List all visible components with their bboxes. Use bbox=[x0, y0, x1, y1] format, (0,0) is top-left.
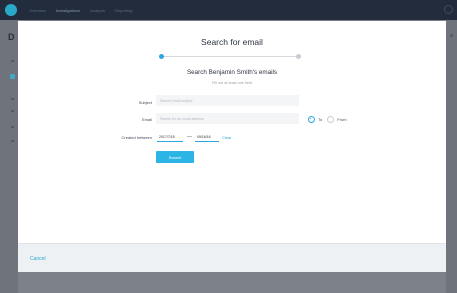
radio-from[interactable] bbox=[327, 116, 335, 123]
main-nav: Overview Investigations Analysis Reporti… bbox=[29, 8, 132, 13]
gear-icon[interactable] bbox=[444, 5, 453, 14]
sidebar-marker bbox=[11, 110, 14, 112]
stepper-step-2 bbox=[296, 54, 301, 59]
created-between-label: Created between bbox=[121, 135, 152, 140]
background-right-panel bbox=[446, 20, 457, 293]
radio-to[interactable] bbox=[308, 116, 315, 123]
clear-dates-link[interactable]: Clear bbox=[222, 135, 232, 140]
date-from-field[interactable]: 2017/7/18 bbox=[157, 133, 183, 142]
modal-subtitle: Search Benjamin Smith's emails bbox=[186, 69, 278, 76]
panel-marker bbox=[450, 34, 453, 37]
subject-label: Subject bbox=[138, 100, 152, 105]
nav-item-overview[interactable]: Overview bbox=[29, 8, 46, 13]
nav-item-reporting[interactable]: Reporting bbox=[115, 8, 132, 13]
radio-to-label: To bbox=[318, 117, 323, 122]
sidebar-marker bbox=[11, 140, 14, 142]
sidebar-marker bbox=[11, 60, 14, 62]
logo-icon[interactable] bbox=[5, 4, 17, 16]
progress-stepper bbox=[159, 54, 301, 59]
top-navigation-bar: Overview Investigations Analysis Reporti… bbox=[0, 0, 457, 20]
nav-item-analysis[interactable]: Analysis bbox=[90, 8, 105, 13]
email-label: Email bbox=[141, 117, 152, 122]
date-range-separator: — bbox=[187, 134, 192, 140]
stepper-step-1-active bbox=[159, 54, 164, 59]
email-input[interactable] bbox=[156, 113, 299, 124]
sidebar-marker bbox=[11, 98, 14, 100]
direction-radio-group: To From bbox=[308, 116, 352, 123]
modal-footer: Cancel bbox=[18, 243, 446, 272]
form-hint: Fill out at least one field bbox=[212, 81, 252, 85]
radio-from-label: From bbox=[337, 117, 347, 122]
background-sidebar: D bbox=[0, 20, 18, 293]
cancel-button[interactable]: Cancel bbox=[30, 256, 46, 262]
nav-item-investigations[interactable]: Investigations bbox=[56, 8, 80, 13]
stepper-line bbox=[161, 56, 299, 57]
page-initial: D bbox=[8, 32, 15, 42]
date-to-field[interactable]: 09/16/16 bbox=[195, 133, 219, 142]
search-button[interactable]: Search bbox=[156, 151, 194, 163]
subject-input[interactable] bbox=[156, 95, 299, 106]
search-email-modal: Search for email Search Benjamin Smith's… bbox=[18, 21, 446, 272]
sidebar-marker bbox=[11, 126, 14, 128]
sidebar-active-marker bbox=[10, 74, 15, 79]
modal-title: Search for email bbox=[201, 37, 263, 47]
